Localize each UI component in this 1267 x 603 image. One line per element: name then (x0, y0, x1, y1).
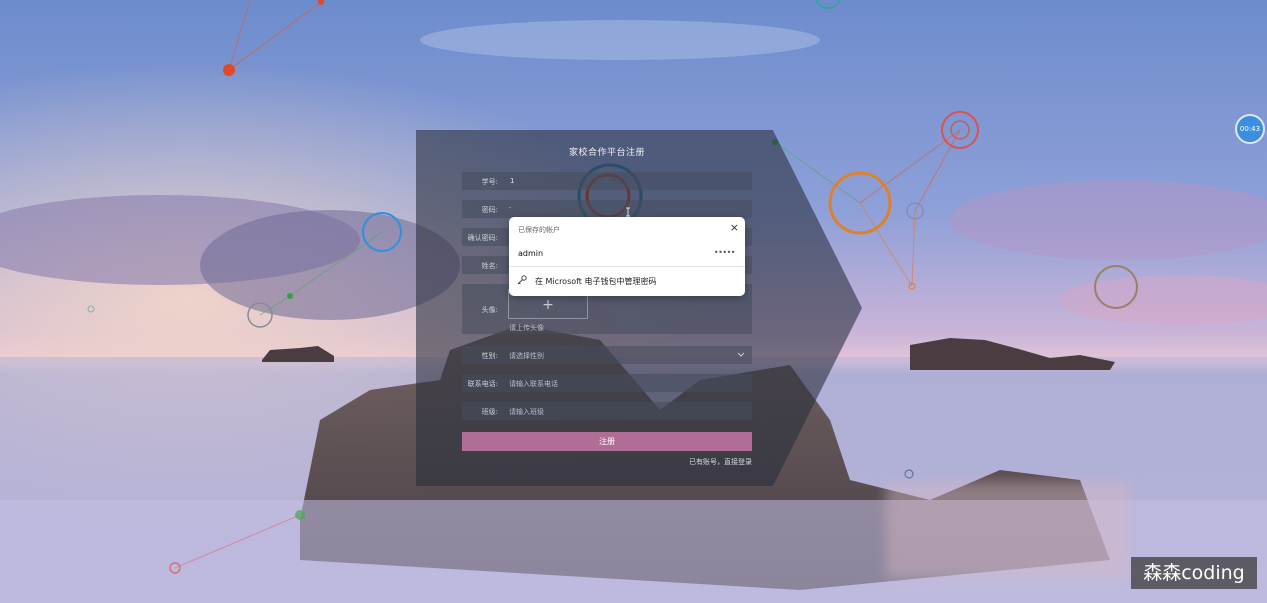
popup-divider (509, 266, 745, 267)
class-label: 班级: (481, 408, 498, 416)
password-input[interactable]: · (509, 204, 511, 212)
chevron-down-icon[interactable] (737, 352, 745, 358)
phone-row (462, 374, 752, 392)
confirm-password-label: 确认密码: (467, 234, 498, 242)
form-title: 家校合作平台注册 (568, 148, 645, 158)
timer-badge: 00:43 (1235, 114, 1265, 144)
phone-input[interactable]: 请输入联系电话 (509, 379, 558, 389)
register-button[interactable]: 注册 (462, 432, 752, 451)
gender-label: 性别: (481, 352, 498, 360)
popup-header: 已保存的帐户 (518, 226, 560, 234)
key-icon (517, 275, 527, 285)
name-label: 姓名: (481, 262, 498, 270)
gender-select[interactable]: 请选择性别 (509, 351, 544, 361)
blurred-region (886, 482, 1129, 578)
password-label: 密码: (481, 206, 498, 214)
masked-password: ••••• (713, 248, 736, 257)
upload-hint: 请上传头像 (509, 324, 544, 332)
student-id-input[interactable]: 1 (510, 177, 514, 185)
saved-accounts-popup: 已保存的帐户 × admin ••••• 在 Microsoft 电子钱包中管理… (509, 217, 745, 296)
text-cursor-icon (626, 207, 630, 217)
class-row (462, 402, 752, 420)
student-id-label: 学号: (481, 178, 498, 186)
login-link[interactable]: 已有账号，直接登录 (670, 457, 752, 467)
password-row (462, 200, 752, 218)
phone-label: 联系电话: (467, 380, 498, 388)
gender-row[interactable] (462, 346, 752, 364)
close-icon[interactable]: × (730, 221, 739, 234)
class-input[interactable]: 请输入班级 (509, 407, 544, 417)
saved-account-admin[interactable]: admin (518, 249, 543, 258)
avatar-label: 头像: (481, 306, 498, 314)
student-id-row (462, 172, 752, 190)
watermark: 森森coding (1131, 557, 1257, 589)
manage-passwords-link[interactable]: 在 Microsoft 电子钱包中管理密码 (535, 276, 657, 287)
